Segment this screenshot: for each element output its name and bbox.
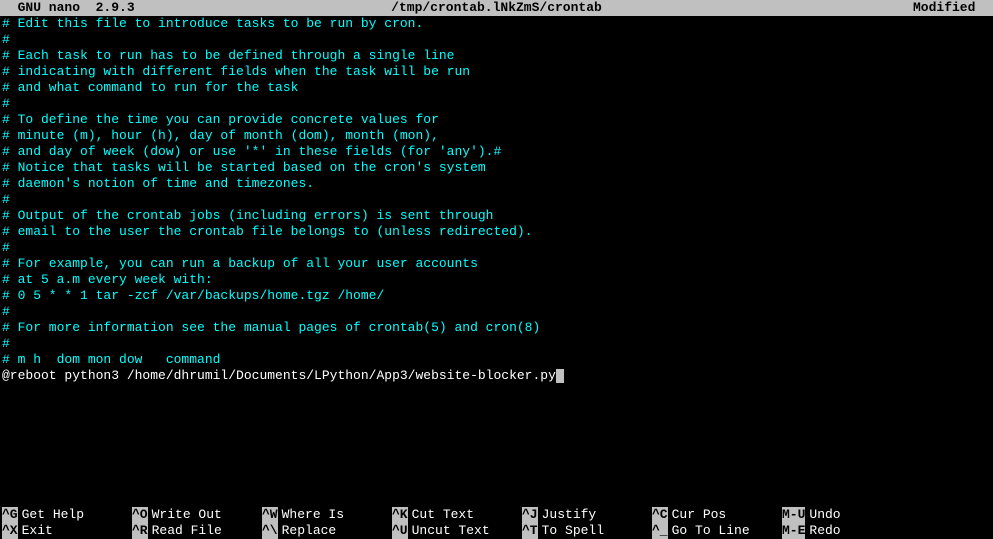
editor-line: @reboot python3 /home/dhrumil/Documents/… [2, 368, 991, 384]
shortcut-label: Uncut Text [412, 523, 490, 539]
editor-line: # Output of the crontab jobs (including … [2, 208, 991, 224]
editor-line: # [2, 240, 991, 256]
app-name: GNU nano 2.9.3 [2, 0, 135, 16]
shortcut-key: M-E [782, 523, 805, 539]
shortcut-key: ^R [132, 523, 148, 539]
shortcut-label: Cut Text [412, 507, 474, 523]
shortcut-item[interactable]: ^UUncut Text [392, 523, 522, 539]
editor-line: # [2, 304, 991, 320]
shortcut-item[interactable]: M-ERedo [782, 523, 912, 539]
editor-line: # at 5 a.m every week with: [2, 272, 991, 288]
editor-line: # [2, 336, 991, 352]
editor-line: # [2, 192, 991, 208]
shortcut-bar: ^GGet Help^OWrite Out^WWhere Is^KCut Tex… [0, 507, 993, 539]
editor-line: # Notice that tasks will be started base… [2, 160, 991, 176]
shortcut-label: Write Out [152, 507, 222, 523]
shortcut-item[interactable]: ^GGet Help [2, 507, 132, 523]
shortcut-key: ^W [262, 507, 278, 523]
editor-line: # For example, you can run a backup of a… [2, 256, 991, 272]
text-cursor [556, 369, 564, 383]
shortcut-key: ^O [132, 507, 148, 523]
shortcut-item[interactable]: ^WWhere Is [262, 507, 392, 523]
editor-line: # [2, 96, 991, 112]
shortcut-label: Go To Line [672, 523, 750, 539]
editor-line: # m h dom mon dow command [2, 352, 991, 368]
shortcut-label: Replace [282, 523, 337, 539]
shortcut-item[interactable]: ^RRead File [132, 523, 262, 539]
shortcut-key: ^K [392, 507, 408, 523]
editor-line: # and day of week (dow) or use '*' in th… [2, 144, 991, 160]
shortcut-key: M-U [782, 507, 805, 523]
editor-line: # email to the user the crontab file bel… [2, 224, 991, 240]
shortcut-key: ^J [522, 507, 538, 523]
shortcut-label: Get Help [22, 507, 84, 523]
shortcut-item[interactable]: ^KCut Text [392, 507, 522, 523]
shortcut-key: ^_ [652, 523, 668, 539]
shortcut-label: Cur Pos [672, 507, 727, 523]
shortcut-item[interactable]: ^CCur Pos [652, 507, 782, 523]
shortcut-label: To Spell [542, 523, 604, 539]
editor-line: # Each task to run has to be defined thr… [2, 48, 991, 64]
shortcut-item[interactable]: ^_Go To Line [652, 523, 782, 539]
shortcut-label: Redo [809, 523, 840, 539]
editor-line: # minute (m), hour (h), day of month (do… [2, 128, 991, 144]
shortcut-key: ^G [2, 507, 18, 523]
file-path: /tmp/crontab.lNkZmS/crontab [391, 0, 602, 16]
shortcut-item[interactable]: M-UUndo [782, 507, 912, 523]
shortcut-key: ^\ [262, 523, 278, 539]
shortcut-row-1: ^GGet Help^OWrite Out^WWhere Is^KCut Tex… [2, 507, 991, 523]
shortcut-key: ^U [392, 523, 408, 539]
editor-line: # 0 5 * * 1 tar -zcf /var/backups/home.t… [2, 288, 991, 304]
shortcut-label: Read File [152, 523, 222, 539]
editor-line: # [2, 32, 991, 48]
editor-line: # daemon's notion of time and timezones. [2, 176, 991, 192]
modified-status: Modified [913, 0, 991, 16]
shortcut-label: Exit [22, 523, 53, 539]
shortcut-item[interactable]: ^\Replace [262, 523, 392, 539]
shortcut-label: Undo [809, 507, 840, 523]
shortcut-item[interactable]: ^OWrite Out [132, 507, 262, 523]
shortcut-row-2: ^XExit^RRead File^\Replace^UUncut Text^T… [2, 523, 991, 539]
editor-line: # For more information see the manual pa… [2, 320, 991, 336]
shortcut-item[interactable]: ^XExit [2, 523, 132, 539]
shortcut-key: ^X [2, 523, 18, 539]
editor-line: # Edit this file to introduce tasks to b… [2, 16, 991, 32]
shortcut-label: Justify [542, 507, 597, 523]
shortcut-key: ^T [522, 523, 538, 539]
editor-header: GNU nano 2.9.3 /tmp/crontab.lNkZmS/cront… [0, 0, 993, 16]
editor-line: # and what command to run for the task [2, 80, 991, 96]
shortcut-item[interactable]: ^JJustify [522, 507, 652, 523]
shortcut-item[interactable]: ^TTo Spell [522, 523, 652, 539]
editor-content[interactable]: # Edit this file to introduce tasks to b… [0, 16, 993, 384]
shortcut-label: Where Is [282, 507, 344, 523]
shortcut-key: ^C [652, 507, 668, 523]
editor-line: # To define the time you can provide con… [2, 112, 991, 128]
editor-line: # indicating with different fields when … [2, 64, 991, 80]
